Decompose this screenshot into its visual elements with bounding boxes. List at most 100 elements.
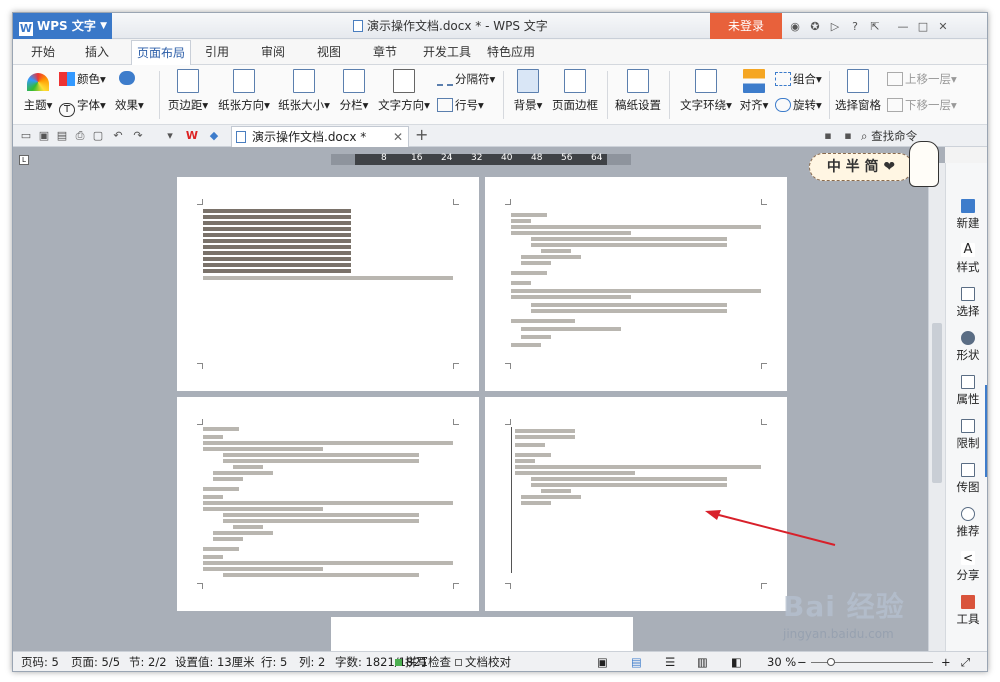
scrollbar-thumb[interactable]	[932, 323, 942, 483]
sidebar-item-restrict[interactable]: 限制	[946, 419, 987, 451]
close-icon[interactable]: ✕	[933, 20, 953, 33]
sidebar-item-properties[interactable]: 属性	[946, 375, 987, 407]
tab-review[interactable]: 审阅	[255, 40, 291, 65]
sidebar-item-upload-image[interactable]: 传图	[946, 463, 987, 495]
sidebar-item-style[interactable]: A 样式	[946, 243, 987, 275]
text-line	[511, 319, 575, 323]
document-page-5[interactable]	[331, 617, 633, 651]
minimize-ribbon-icon[interactable]: ⇱	[865, 20, 885, 33]
document-tab[interactable]: 演示操作文档.docx * ✕	[231, 126, 409, 147]
view-fullscreen-icon[interactable]: ▣	[597, 652, 608, 671]
tab-chapter[interactable]: 章节	[367, 40, 403, 65]
effects-icon-button[interactable]	[119, 71, 137, 85]
paper-settings-button[interactable]: 稿纸设置	[613, 69, 663, 113]
bring-forward-button[interactable]: 上移一层▾	[887, 71, 957, 87]
rotate-button[interactable]: 旋转▾	[775, 97, 822, 113]
margins-button[interactable]: 页边距▾	[163, 69, 213, 113]
skin-icon[interactable]: ◉	[785, 20, 805, 33]
sidebar-item-new[interactable]: 新建	[946, 199, 987, 231]
tab-page-layout[interactable]: 页面布局	[131, 40, 191, 65]
text-wrap-button[interactable]: 文字环绕▾	[675, 69, 737, 113]
text-line	[531, 243, 727, 247]
document-page-1[interactable]	[177, 177, 479, 391]
proofread-toggle[interactable]: 文档校对	[455, 652, 511, 671]
app-menu-button[interactable]: W WPS 文字 ▼	[13, 13, 112, 39]
maximize-icon[interactable]: □	[913, 20, 933, 33]
view-reading-icon[interactable]: ◧	[731, 652, 742, 671]
sidebar-item-shape[interactable]: 形状	[946, 331, 987, 363]
save-icon[interactable]: ▣	[37, 129, 51, 142]
sidebar-item-select[interactable]: 选择	[946, 287, 987, 319]
paper-size-button[interactable]: 纸张大小▾	[275, 69, 333, 113]
breaks-button[interactable]: 分隔符▾	[437, 71, 495, 87]
zoom-in-icon[interactable]: +	[941, 652, 951, 671]
tab-special[interactable]: 特色应用	[483, 40, 539, 65]
selected-text-line	[203, 227, 351, 231]
zoom-out-icon[interactable]: −	[797, 652, 807, 671]
effects-button[interactable]: 效果▾	[115, 97, 144, 113]
help-icon[interactable]: ?	[845, 20, 865, 33]
horizontal-ruler[interactable]: 8 16 24 32 40 48 56 64	[331, 153, 631, 165]
text-line	[203, 561, 453, 565]
document-page-4[interactable]	[485, 397, 787, 611]
orientation-button[interactable]: 纸张方向▾	[215, 69, 273, 113]
line-numbers-button[interactable]: 行号▾	[437, 97, 484, 113]
theme-button[interactable]: 主题▾	[21, 69, 55, 113]
sidebar-item-recommend[interactable]: 推荐	[946, 507, 987, 539]
tab-start[interactable]: 开始	[25, 40, 61, 65]
baidu-logo: Bai 经验	[783, 590, 905, 623]
tab-references[interactable]: 引用	[199, 40, 235, 65]
print-icon[interactable]: ⎙	[73, 129, 87, 142]
page-corner-mark	[197, 583, 203, 589]
text-direction-button[interactable]: 文字方向▾	[375, 69, 433, 113]
send-backward-button[interactable]: 下移一层▾	[887, 97, 957, 113]
minimize-icon[interactable]: —	[893, 20, 913, 33]
share-icon[interactable]: ▷	[825, 20, 845, 33]
cloud-icon[interactable]: ◆	[207, 129, 221, 142]
vertical-scrollbar[interactable]	[928, 163, 945, 653]
customize-dropdown-icon[interactable]: ▾	[163, 129, 177, 142]
close-tab-icon[interactable]: ✕	[393, 127, 403, 147]
fonts-button[interactable]: T 字体▾	[59, 97, 106, 117]
view-outline-icon[interactable]: ☰	[665, 652, 675, 671]
new-tab-icon[interactable]: +	[415, 125, 428, 145]
background-button[interactable]: 背景▾	[509, 69, 547, 113]
align-button[interactable]: 对齐▾	[737, 69, 771, 113]
zoom-level[interactable]: 30 %	[767, 652, 796, 671]
tab-insert[interactable]: 插入	[79, 40, 115, 65]
spell-check-toggle[interactable]: 拼写检查	[395, 652, 451, 671]
tab-stop-icon[interactable]: L	[19, 155, 29, 165]
columns-button[interactable]: 分栏▾	[335, 69, 373, 113]
view-page-icon[interactable]: ▤	[631, 652, 642, 671]
page-border-button[interactable]: 页面边框	[551, 69, 599, 113]
sidebar-item-share[interactable]: < 分享	[946, 551, 987, 583]
view-web-icon[interactable]: ▥	[697, 652, 708, 671]
open-icon[interactable]: ▭	[19, 129, 33, 142]
colors-button[interactable]: 颜色▾	[59, 71, 106, 87]
text-line	[515, 453, 551, 457]
text-line	[511, 219, 531, 223]
group-button[interactable]: 组合▾	[775, 71, 822, 87]
title-icons: ◉ ✪ ▷ ? ⇱ — □ ✕	[785, 13, 953, 39]
ribbon-tabs: 开始 插入 页面布局 引用 审阅 视图 章节 开发工具 特色应用	[13, 40, 987, 65]
document-page-2[interactable]	[485, 177, 787, 391]
settings-icon[interactable]: ✪	[805, 20, 825, 33]
zoom-slider-thumb[interactable]	[827, 658, 835, 666]
selection-pane-button[interactable]: 选择窗格	[833, 69, 883, 113]
divider	[503, 71, 504, 119]
document-page-3[interactable]	[177, 397, 479, 611]
paper-size-icon	[293, 69, 315, 93]
undo-icon[interactable]: ↶	[111, 129, 125, 142]
login-button[interactable]: 未登录	[710, 13, 782, 39]
tab-developer[interactable]: 开发工具	[419, 40, 475, 65]
redo-icon[interactable]: ↷	[131, 129, 145, 142]
fit-window-icon[interactable]: ⤢	[961, 652, 970, 671]
page-corner-mark	[505, 419, 511, 425]
wps-icon[interactable]: W	[185, 129, 199, 142]
tab-view[interactable]: 视图	[311, 40, 347, 65]
print-preview-icon[interactable]: ▢	[91, 129, 105, 142]
export-pdf-icon[interactable]: ▤	[55, 129, 69, 142]
sidebar-item-tools[interactable]: 工具	[946, 595, 987, 627]
text-line	[521, 327, 621, 331]
text-line	[511, 225, 761, 229]
